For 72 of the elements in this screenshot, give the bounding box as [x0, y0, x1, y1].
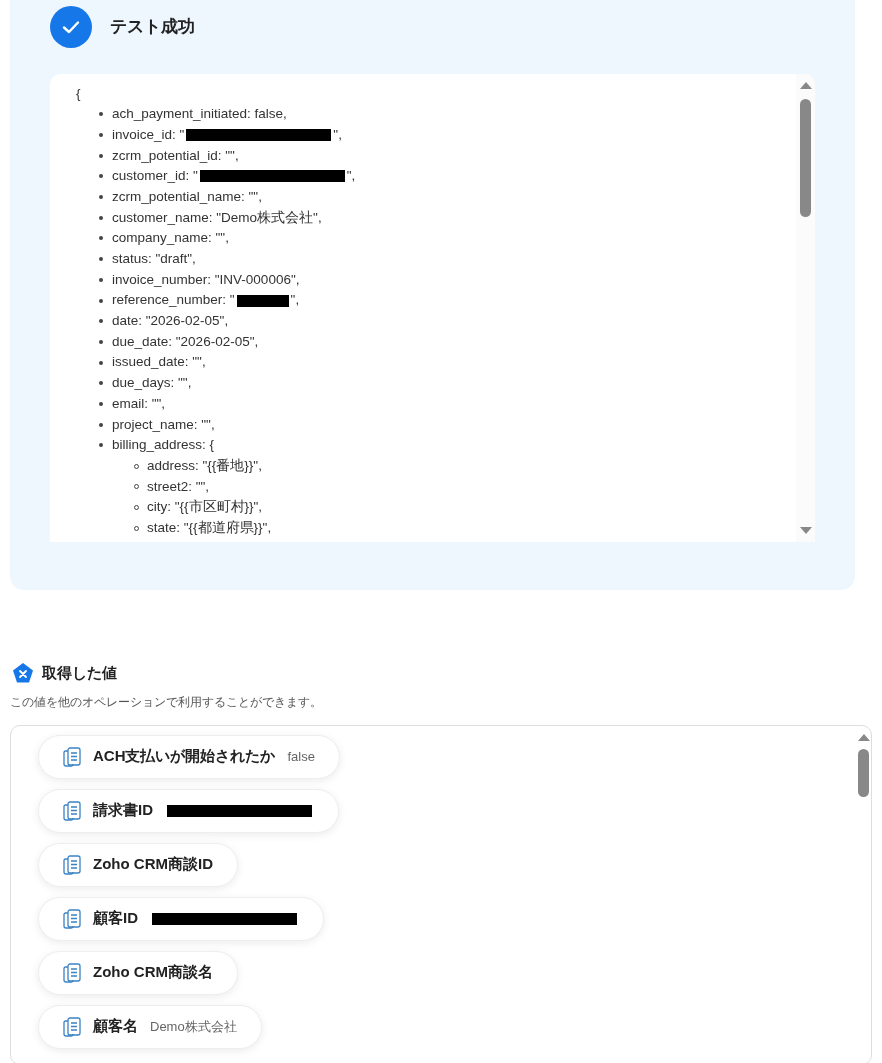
output-chip[interactable]: Zoho CRM商談ID	[38, 842, 238, 887]
json-line-end: ",	[290, 291, 300, 310]
json-line: ach_payment_initiated: false,	[112, 105, 287, 124]
bullet-icon	[99, 319, 103, 324]
bullet-icon	[99, 277, 103, 282]
scroll-down-icon[interactable]	[799, 527, 812, 534]
json-line-end: ",	[333, 125, 342, 144]
output-chip[interactable]: Zoho CRM商談名	[38, 950, 238, 995]
json-line: email: "",	[112, 394, 166, 413]
document-icon	[63, 962, 81, 983]
result-title: テスト成功	[110, 16, 195, 39]
bullet-icon	[99, 112, 103, 117]
scroll-up-icon[interactable]	[857, 733, 870, 741]
bullet-icon	[99, 422, 103, 427]
json-line: due_date: "2026-02-05",	[112, 332, 259, 351]
document-icon	[63, 908, 81, 929]
json-line: state: "{{都道府県}}",	[147, 518, 272, 537]
json-line-end: ",	[346, 167, 356, 186]
document-icon	[63, 800, 81, 821]
json-line: due_days: "",	[112, 374, 192, 393]
document-icon	[63, 854, 81, 875]
bullet-icon	[99, 174, 103, 179]
bullet-icon	[99, 153, 103, 158]
bullet-icon	[99, 257, 103, 262]
section-description: この値を他のオペレーションで利用することができます。	[9, 693, 323, 711]
json-line: billing_address: {	[112, 436, 215, 455]
bullet-icon	[99, 195, 103, 200]
bullet-icon	[99, 401, 103, 406]
json-line: zcrm_potential_id: "",	[112, 146, 239, 165]
output-chip[interactable]: 顧客ID	[38, 896, 324, 941]
bullet-icon	[99, 360, 103, 365]
json-brace: {	[76, 85, 82, 103]
section-title: 取得した値	[42, 663, 117, 683]
chip-label: 請求書ID	[93, 800, 153, 821]
json-line: project_name: "",	[112, 415, 215, 434]
output-chip[interactable]: 顧客名 Demo株式会社	[38, 1004, 262, 1049]
json-line: zcrm_potential_name: "",	[112, 187, 262, 206]
scrollbar-thumb[interactable]	[858, 748, 869, 797]
json-line: issued_date: "",	[112, 353, 206, 372]
bullet-icon	[99, 215, 103, 220]
json-line: customer_name: "Demo株式会社",	[112, 208, 322, 227]
scroll-up-icon[interactable]	[799, 82, 812, 89]
bullet-icon	[99, 443, 103, 448]
scrollbar-thumb[interactable]	[800, 99, 811, 217]
chip-label: ACH支払いが開始されたか	[93, 746, 276, 767]
document-icon	[63, 746, 81, 767]
variable-icon	[12, 662, 34, 685]
bullet-icon	[99, 236, 103, 241]
chip-label: 顧客ID	[93, 908, 138, 929]
json-line: status: "draft",	[112, 250, 196, 269]
json-line: address: "{{番地}}",	[147, 456, 262, 475]
json-line: reference_number: "	[112, 291, 235, 310]
bullet-icon	[99, 133, 103, 138]
chip-value: false	[287, 747, 315, 766]
json-line: city: "{{市区町村}}",	[147, 498, 263, 517]
chip-label: 顧客名	[93, 1016, 138, 1037]
chip-label: Zoho CRM商談ID	[93, 854, 213, 875]
output-chip[interactable]: 請求書ID	[38, 788, 339, 833]
chip-value: Demo株式会社	[150, 1017, 237, 1036]
json-line: invoice_id: "	[112, 125, 185, 144]
scrollbar[interactable]	[796, 74, 815, 542]
json-line: street2: "",	[147, 477, 210, 496]
bullet-icon	[99, 298, 103, 303]
bullet-icon	[99, 381, 103, 386]
json-line: customer_id: "	[112, 167, 198, 186]
bullet-icon	[99, 339, 103, 344]
output-chip[interactable]: ACH支払いが開始されたか false	[38, 734, 340, 779]
document-icon	[63, 1016, 81, 1037]
json-line: invoice_number: "INV-000006",	[112, 270, 300, 289]
json-line: date: "2026-02-05",	[112, 312, 229, 331]
json-line: company_name: "",	[112, 229, 229, 248]
chip-label: Zoho CRM商談名	[93, 962, 213, 983]
